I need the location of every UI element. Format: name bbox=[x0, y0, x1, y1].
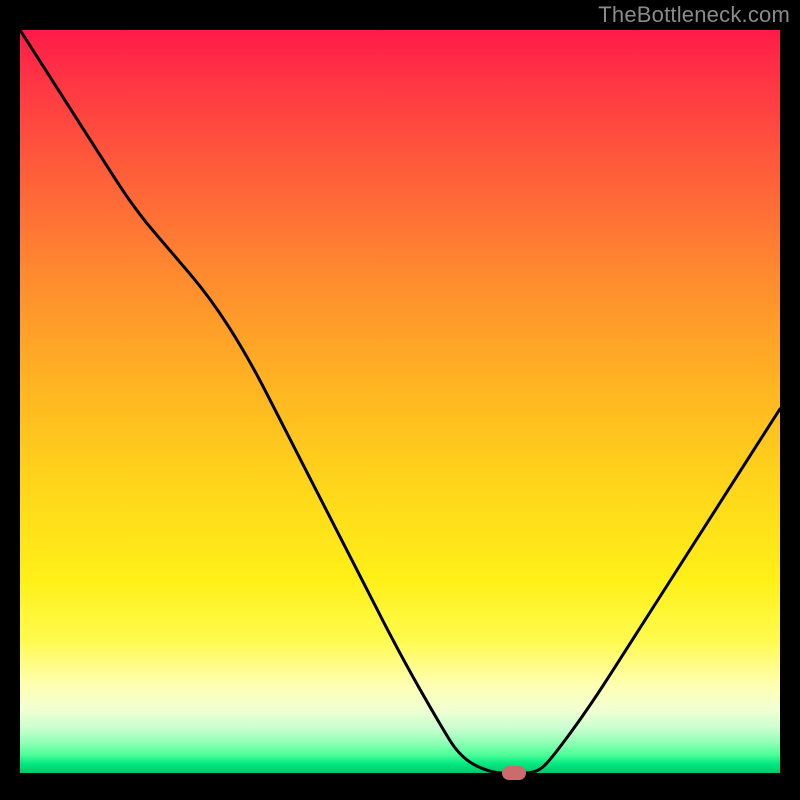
plot-area bbox=[20, 30, 780, 785]
curve-svg bbox=[20, 30, 780, 785]
chart-container: TheBottleneck.com bbox=[0, 0, 800, 800]
x-axis-line bbox=[20, 773, 780, 775]
optimal-point-marker bbox=[502, 766, 526, 780]
attribution-text: TheBottleneck.com bbox=[598, 2, 790, 28]
bottleneck-curve-path bbox=[20, 30, 780, 773]
